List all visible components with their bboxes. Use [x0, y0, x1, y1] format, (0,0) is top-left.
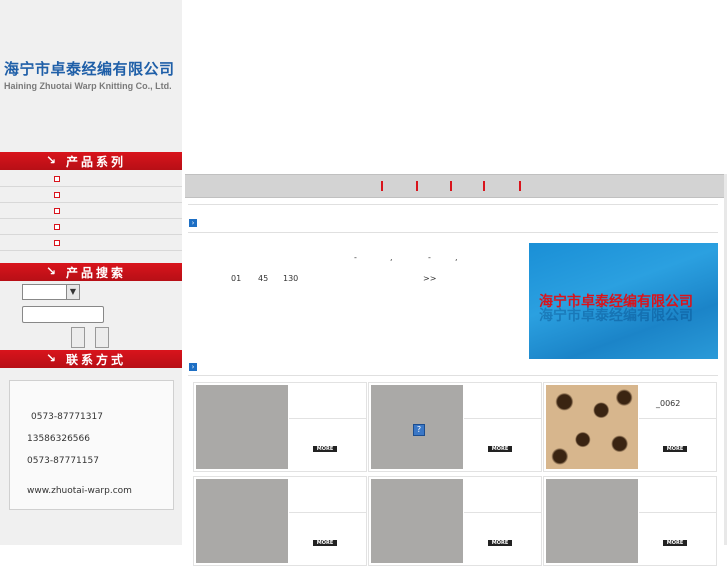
- search-title: 产品搜索: [66, 266, 127, 280]
- product-thumbnail[interactable]: [196, 479, 288, 563]
- company-banner-text: 海宁市卓泰经编有限公司: [539, 294, 693, 310]
- divider: [188, 375, 718, 376]
- search-button[interactable]: [71, 327, 85, 348]
- search-input[interactable]: [22, 306, 104, 323]
- contact-website[interactable]: www.zhuotai-warp.com: [27, 486, 132, 496]
- broken-image-icon: ?: [413, 424, 425, 436]
- products-title-bar: ↘ 产品系列: [0, 152, 182, 170]
- reset-button[interactable]: [95, 327, 109, 348]
- contact-title-bar: ↘ 联系方式: [0, 350, 182, 368]
- intro-number: 130: [283, 274, 299, 283]
- arrow-down-right-icon: ↘: [46, 351, 60, 365]
- divider: [188, 204, 718, 205]
- company-banner-image: 海宁市卓泰经编有限公司 海宁市卓泰经编有限公司: [529, 243, 718, 359]
- nav-separator: [416, 181, 418, 191]
- arrow-right-icon: ›: [189, 363, 197, 371]
- sidebar-product-item[interactable]: [0, 171, 182, 187]
- arrow-right-icon: ›: [189, 219, 197, 227]
- intro-number: 45: [258, 274, 269, 283]
- nav-separator: [450, 181, 452, 191]
- product-card[interactable]: MORE: [543, 476, 717, 566]
- product-thumbnail[interactable]: [371, 479, 463, 563]
- arrow-down-right-icon: ↘: [46, 264, 60, 278]
- product-card[interactable]: MORE: [368, 476, 542, 566]
- product-card[interactable]: MORE: [193, 382, 367, 472]
- divider: [188, 232, 718, 233]
- intro-mark: ,: [455, 253, 458, 262]
- sidebar-product-item[interactable]: [0, 219, 182, 235]
- chevron-down-icon: ▼: [66, 285, 79, 299]
- sidebar-product-item[interactable]: [0, 203, 182, 219]
- bullet-icon: [54, 224, 60, 230]
- card-divider: [639, 418, 716, 419]
- more-button[interactable]: MORE: [313, 540, 337, 546]
- top-nav-bar: [185, 174, 724, 198]
- intro-mark: -: [428, 253, 431, 262]
- bullet-icon: [54, 176, 60, 182]
- bullet-icon: [54, 192, 60, 198]
- intro-number: 01: [231, 274, 242, 283]
- more-button[interactable]: MORE: [313, 446, 337, 452]
- nav-separator: [381, 181, 383, 191]
- arrow-down-right-icon: ↘: [46, 153, 60, 167]
- product-thumbnail[interactable]: [196, 385, 288, 469]
- nav-separator: [519, 181, 521, 191]
- sidebar-product-item[interactable]: [0, 235, 182, 251]
- more-button[interactable]: MORE: [663, 446, 687, 452]
- product-card[interactable]: MORE: [193, 476, 367, 566]
- contact-fax: 0573-87771157: [27, 456, 99, 466]
- products-title: 产品系列: [66, 155, 127, 169]
- sidebar-product-item[interactable]: [0, 187, 182, 203]
- contact-phone: 0573-87771317: [31, 412, 103, 422]
- card-divider: [289, 418, 366, 419]
- contact-mobile: 13586326566: [27, 434, 90, 444]
- nav-separator: [483, 181, 485, 191]
- card-divider: [464, 512, 541, 513]
- contact-title: 联系方式: [66, 353, 127, 367]
- product-card[interactable]: _0062 MORE: [543, 382, 717, 472]
- more-button[interactable]: MORE: [488, 446, 512, 452]
- company-name-en: Haining Zhuotai Warp Knitting Co., Ltd.: [4, 81, 172, 91]
- more-button[interactable]: MORE: [488, 540, 512, 546]
- product-code: _0062: [656, 399, 681, 408]
- intro-mark: ,: [390, 253, 393, 262]
- product-card[interactable]: ? MORE: [368, 382, 542, 472]
- product-thumbnail[interactable]: [546, 479, 638, 563]
- bullet-icon: [54, 208, 60, 214]
- intro-more-link[interactable]: >>: [423, 274, 436, 283]
- card-divider: [464, 418, 541, 419]
- card-divider: [289, 512, 366, 513]
- card-divider: [639, 512, 716, 513]
- bullet-icon: [54, 240, 60, 246]
- intro-mark: -: [354, 253, 357, 262]
- search-title-bar: ↘ 产品搜索: [0, 263, 182, 281]
- company-name-cn: 海宁市卓泰经编有限公司: [4, 60, 175, 78]
- category-select[interactable]: ▼: [22, 284, 80, 300]
- product-thumbnail-leopard[interactable]: [546, 385, 638, 469]
- product-thumbnail[interactable]: ?: [371, 385, 463, 469]
- more-button[interactable]: MORE: [663, 540, 687, 546]
